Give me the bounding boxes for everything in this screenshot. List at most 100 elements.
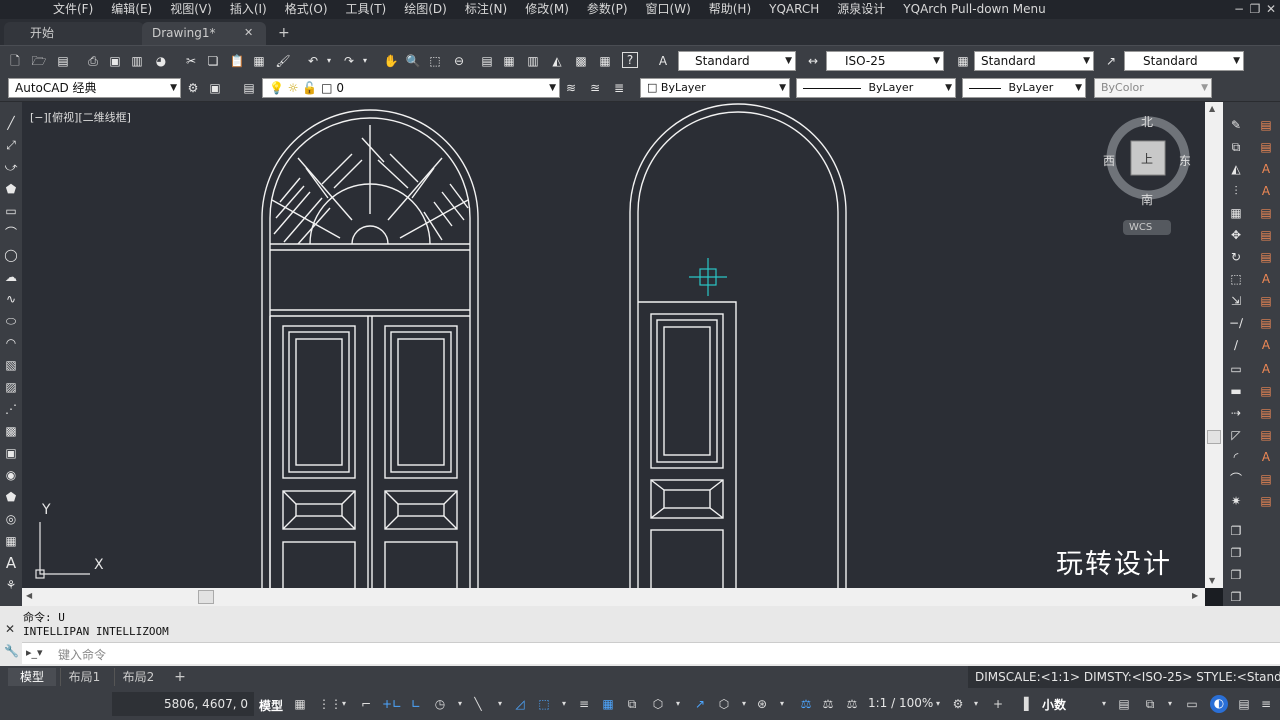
print-icon[interactable]: ⎙: [84, 52, 102, 70]
tab-layout1[interactable]: 布局1: [60, 668, 108, 686]
grid-icon[interactable]: ▦: [292, 696, 308, 712]
stretch-icon[interactable]: ⇲: [1227, 292, 1245, 310]
gizmo-icon[interactable]: ⊛: [754, 696, 770, 712]
scroll-down-icon[interactable]: ▼: [1209, 576, 1215, 585]
annotation-scale-readout[interactable]: 1:1 / 100%: [868, 696, 933, 710]
viewcube-east[interactable]: 东: [1179, 152, 1191, 169]
scale-icon[interactable]: ⬚: [1227, 270, 1245, 288]
lock-ui-dropdown-icon[interactable]: ▾: [1162, 696, 1178, 712]
break-icon[interactable]: ▭: [1227, 360, 1245, 378]
color-select[interactable]: □ ByLayer ▼: [640, 78, 790, 98]
menu-yqarch[interactable]: YQARCH: [760, 0, 828, 19]
3d-object-snap-dropdown-icon[interactable]: ▾: [670, 696, 686, 712]
tab-drawing1[interactable]: Drawing1* ✕: [142, 22, 266, 45]
undo-dropdown-icon[interactable]: ▾: [320, 52, 338, 70]
mtext-icon[interactable]: A: [2, 554, 20, 572]
wipeout-icon[interactable]: ⬟: [2, 488, 20, 506]
viewcube-south[interactable]: 南: [1141, 191, 1153, 208]
zoom-previous-icon[interactable]: ⊖: [450, 52, 468, 70]
isolate-objects-icon[interactable]: ▭: [1184, 696, 1200, 712]
horizontal-scroll-thumb[interactable]: [198, 590, 214, 604]
dim-style-select[interactable]: ISO-25 ▼: [826, 51, 944, 71]
polygon-icon[interactable]: ⬟: [2, 180, 20, 198]
gear-icon[interactable]: ⚙: [184, 79, 202, 97]
add-selected-icon[interactable]: ⚘: [2, 576, 20, 594]
paste-icon[interactable]: 📋: [228, 52, 246, 70]
menu-draw[interactable]: 绘图(D): [395, 0, 456, 19]
object-snap-tracking-icon[interactable]: ╲: [470, 696, 486, 712]
trim-icon[interactable]: −∕: [1227, 314, 1245, 332]
polyline-icon[interactable]: ⤻: [2, 158, 20, 176]
polar-icon[interactable]: ∟: [408, 696, 424, 712]
zoom-window-icon[interactable]: ⬚: [426, 52, 444, 70]
menu-modify[interactable]: 修改(M): [516, 0, 578, 19]
table-style-select[interactable]: Standard ▼: [974, 51, 1094, 71]
text-abc-icon[interactable]: A: [1257, 336, 1275, 354]
explode-icon[interactable]: ✷: [1227, 492, 1245, 510]
lineweight-select[interactable]: ByLayer ▼: [962, 78, 1086, 98]
tab-layout2[interactable]: 布局2: [114, 668, 162, 686]
hatch-icon[interactable]: ▩: [2, 422, 20, 440]
lock-ui-icon[interactable]: ⧉: [1142, 696, 1158, 712]
lineweight-icon[interactable]: ≡: [576, 696, 592, 712]
ellipse-arc-icon[interactable]: ◠: [2, 334, 20, 352]
text-color-icon[interactable]: A: [1257, 448, 1275, 466]
vertical-scrollbar[interactable]: ▲ ▼: [1205, 102, 1223, 588]
publish-icon[interactable]: ▥: [128, 52, 146, 70]
annotation-monitor-icon[interactable]: +: [990, 696, 1006, 712]
text-style-select[interactable]: Standard ▼: [678, 51, 796, 71]
spline-icon[interactable]: ∿: [2, 290, 20, 308]
object-snap-dropdown-icon[interactable]: ▾: [556, 696, 572, 712]
scroll-right-icon[interactable]: ▶: [1192, 591, 1198, 600]
scroll-left-icon[interactable]: ◀: [26, 591, 32, 600]
ellipse-icon[interactable]: ⬭: [2, 312, 20, 330]
match-properties-icon[interactable]: 🖌: [274, 52, 292, 70]
construction-line-icon[interactable]: ⤢: [2, 136, 20, 154]
ortho-icon[interactable]: +∟: [382, 696, 402, 712]
3d-object-snap-icon[interactable]: ⬡: [650, 696, 666, 712]
calculator-icon[interactable]: ▦: [596, 52, 614, 70]
workspace-settings-icon[interactable]: ▣: [206, 79, 224, 97]
markup-icon[interactable]: ▩: [572, 52, 590, 70]
zoom-realtime-icon[interactable]: 🔍: [404, 52, 422, 70]
linetype-select[interactable]: ByLayer ▼: [796, 78, 956, 98]
text-spell-icon[interactable]: A: [1257, 270, 1275, 288]
new-tab-button[interactable]: +: [270, 22, 296, 45]
fillet-icon[interactable]: ◜: [1227, 448, 1245, 466]
rectangle-icon[interactable]: ▭: [2, 202, 20, 220]
wrench-icon[interactable]: 🔧: [4, 644, 19, 658]
draworder-back-icon[interactable]: ❐: [1227, 566, 1245, 584]
isodraft-dropdown-icon[interactable]: ▾: [452, 696, 468, 712]
text-justify-icon[interactable]: ▤: [1257, 226, 1275, 244]
viewcube-top-face[interactable]: 上: [1141, 150, 1153, 167]
units-icon[interactable]: ▐: [1016, 696, 1032, 712]
menu-insert[interactable]: 插入(I): [221, 0, 276, 19]
menu-view[interactable]: 视图(V): [161, 0, 221, 19]
mleader-style-icon[interactable]: ↗: [1102, 52, 1120, 70]
text-scale-icon[interactable]: ▤: [1257, 248, 1275, 266]
menu-help[interactable]: 帮助(H): [700, 0, 760, 19]
drawing-canvas[interactable]: [−][俯视][二维线框] Y X 北 南 东 西 上 WCS 玩转设计: [22, 102, 1205, 588]
tool-palettes-icon[interactable]: ▥: [524, 52, 542, 70]
auto-scale-icon[interactable]: ⚖: [820, 696, 836, 712]
isodraft-icon[interactable]: ◷: [432, 696, 448, 712]
horizontal-scrollbar[interactable]: ◀ ▶: [22, 588, 1205, 606]
customization-icon[interactable]: ≡: [1258, 696, 1274, 712]
extend-icon[interactable]: ∕: [1227, 336, 1245, 354]
chamfer-icon[interactable]: ◸: [1227, 426, 1245, 444]
workspace-switch-dropdown-icon[interactable]: ▾: [968, 696, 984, 712]
units-readout[interactable]: 小数: [1042, 696, 1066, 713]
viewcube-west[interactable]: 西: [1103, 152, 1115, 169]
model-space-button[interactable]: 模型: [259, 697, 283, 714]
snap-icon[interactable]: ⋮⋮: [318, 696, 342, 712]
draworder-above-icon[interactable]: ❐: [1227, 588, 1245, 606]
vertical-scroll-thumb[interactable]: [1207, 430, 1221, 444]
workspace-select[interactable]: AutoCAD 经典 ▼: [8, 78, 181, 98]
array-icon[interactable]: ▦: [1227, 204, 1245, 222]
erase-icon[interactable]: ✎: [1227, 116, 1245, 134]
save-icon[interactable]: ▤: [54, 52, 72, 70]
menu-parametric[interactable]: 参数(P): [578, 0, 637, 19]
object-snap-2d-icon[interactable]: ⬚: [536, 696, 552, 712]
sheet-set-icon[interactable]: ◭: [548, 52, 566, 70]
menu-format[interactable]: 格式(O): [276, 0, 337, 19]
